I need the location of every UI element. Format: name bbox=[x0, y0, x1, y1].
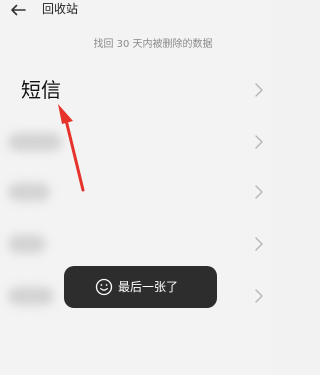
blurred-label bbox=[8, 183, 50, 201]
list-item-sms[interactable]: 短信 bbox=[0, 68, 272, 112]
chevron-right-icon bbox=[254, 135, 264, 149]
blurred-label bbox=[8, 287, 54, 305]
blurred-label bbox=[8, 133, 62, 151]
toast-message: 最后一张了 bbox=[118, 280, 179, 294]
page-title: 回收站 bbox=[42, 2, 79, 16]
list-item-label: 短信 bbox=[21, 78, 61, 102]
blurred-label bbox=[8, 235, 46, 253]
top-bar: 回收站 bbox=[0, 0, 272, 28]
chevron-right-icon bbox=[254, 83, 264, 97]
list-item-blurred[interactable] bbox=[0, 120, 272, 164]
page-subtitle: 找回 30 天内被删除的数据 bbox=[93, 39, 213, 50]
chevron-right-icon bbox=[254, 237, 264, 251]
smiley-icon bbox=[95, 278, 113, 296]
chevron-right-icon bbox=[254, 185, 264, 199]
back-button[interactable] bbox=[6, 0, 30, 20]
toast: 最后一张了 bbox=[64, 266, 217, 308]
back-arrow-icon bbox=[10, 4, 26, 16]
recycle-bin-screen: 回收站 找回 30 天内被删除的数据 短信 最后一张了 bbox=[0, 0, 272, 375]
chevron-right-icon bbox=[254, 289, 264, 303]
list-item-blurred[interactable] bbox=[0, 222, 272, 266]
list-item-blurred[interactable] bbox=[0, 170, 272, 214]
